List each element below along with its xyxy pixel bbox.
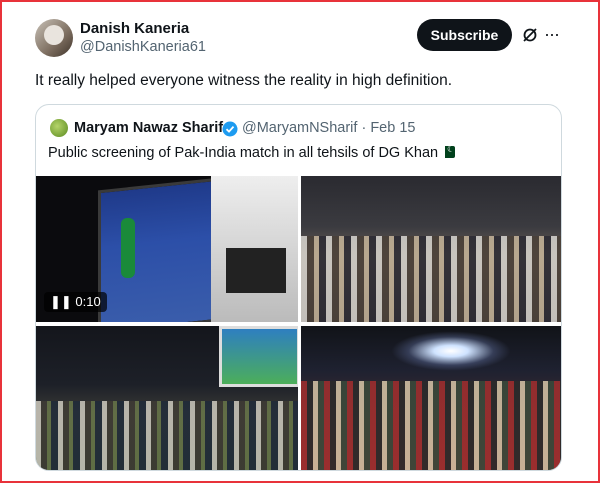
truck-window	[226, 248, 286, 293]
crowd-image	[301, 381, 561, 470]
quoted-author-avatar[interactable]	[50, 119, 68, 137]
media-photo-crowd-1[interactable]	[301, 176, 561, 322]
quoted-author-name[interactable]: Maryam Nawaz Sharif	[74, 120, 223, 136]
led-screen-image	[98, 177, 219, 322]
quoted-author-handle-and-date[interactable]: @MaryamNSharif · Feb 15	[242, 120, 415, 136]
media-grid[interactable]: ❚❚ 0:10	[36, 176, 561, 470]
pakistan-flag-icon	[441, 144, 455, 158]
tweet-text: It really helped everyone witness the re…	[35, 72, 453, 89]
quoted-tweet[interactable]: Maryam Nawaz Sharif @MaryamNSharif · Feb…	[35, 104, 562, 471]
crowd-image	[301, 236, 561, 322]
crowd-image	[36, 401, 298, 470]
author-display-name[interactable]: Danish Kaneria	[80, 20, 189, 37]
author-avatar[interactable]	[35, 19, 73, 57]
media-photo-crowd-2[interactable]	[36, 326, 298, 470]
quoted-tweet-text: Public screening of Pak-India match in a…	[48, 145, 439, 161]
video-timestamp[interactable]: ❚❚ 0:10	[44, 292, 107, 312]
stadium-lights-image	[391, 331, 511, 371]
author-handle[interactable]: @DanishKaneria61	[80, 39, 206, 55]
media-photo-crowd-3[interactable]	[301, 326, 561, 470]
grok-icon[interactable]	[522, 27, 538, 43]
verified-badge-icon	[222, 121, 238, 137]
subscribe-button[interactable]: Subscribe	[417, 19, 512, 51]
player-figure	[121, 218, 135, 278]
media-video[interactable]: ❚❚ 0:10	[36, 176, 298, 322]
outdoor-screen-image	[219, 326, 298, 387]
more-options-icon[interactable]: ···	[544, 24, 560, 45]
